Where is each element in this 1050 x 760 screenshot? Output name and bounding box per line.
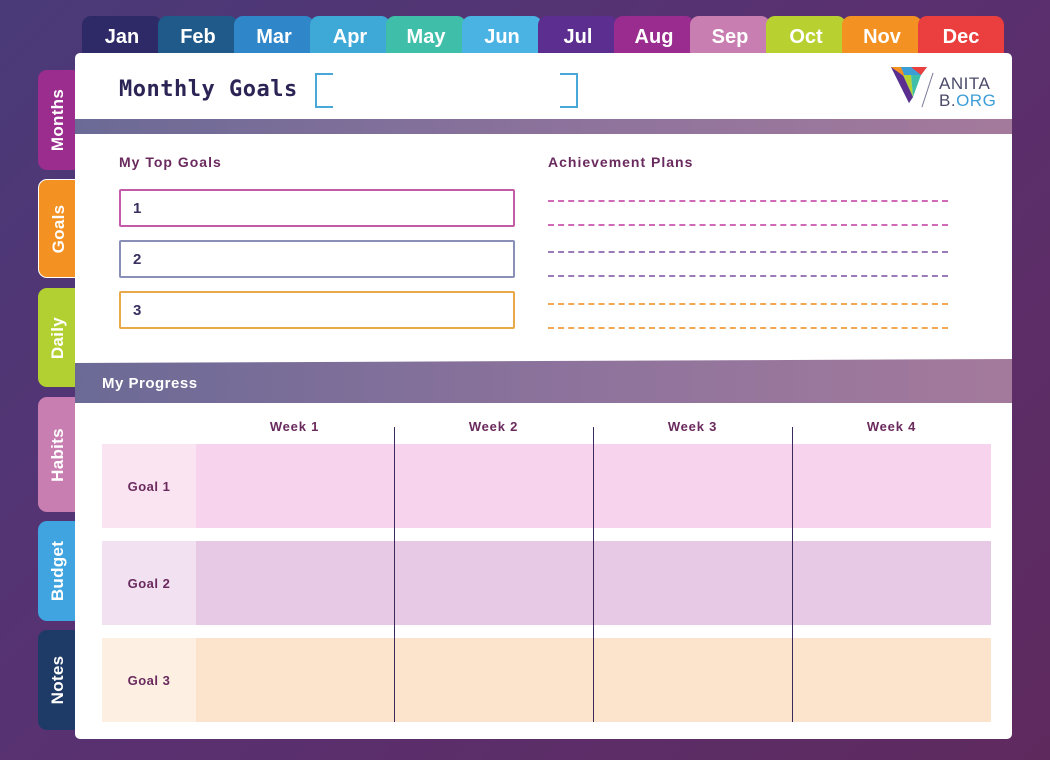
tab-nov[interactable]: Nov	[842, 16, 922, 56]
week-divider	[593, 427, 594, 722]
top-goal-number: 1	[133, 200, 142, 217]
goal-2-label: Goal 2	[102, 541, 196, 625]
tab-apr[interactable]: Apr	[310, 16, 390, 56]
achievement-plans-heading: Achievement Plans	[548, 154, 694, 170]
goal-2-week-2-cell[interactable]	[395, 541, 594, 625]
logo-line-2: B.ORG	[939, 92, 996, 109]
progress-row-goal-1: Goal 1	[102, 444, 991, 528]
side-tab-label: Months	[48, 88, 67, 152]
week-4-header: Week 4	[866, 419, 917, 434]
side-tab-daily[interactable]: Daily	[38, 288, 78, 387]
side-tab-budget[interactable]: Budget	[38, 521, 78, 621]
top-goal-2-field[interactable]: 2	[119, 240, 515, 278]
tab-may[interactable]: May	[386, 16, 466, 56]
week-divider	[792, 427, 793, 722]
logo-prefix: B.	[939, 91, 957, 110]
plan-line-2[interactable]	[548, 224, 948, 226]
tab-aug[interactable]: Aug	[614, 16, 694, 56]
progress-heading: My Progress	[102, 375, 198, 392]
top-goal-number: 2	[133, 251, 142, 268]
goal-2-week-4-cell[interactable]	[793, 541, 991, 625]
page-title: Monthly Goals	[119, 77, 298, 102]
tab-jun[interactable]: Jun	[462, 16, 542, 56]
goal-1-label: Goal 1	[102, 444, 196, 528]
goal-3-label: Goal 3	[102, 638, 196, 722]
tab-jan[interactable]: Jan	[82, 16, 162, 56]
header-band	[75, 119, 1012, 134]
side-tab-label: Budget	[48, 540, 67, 602]
week-divider	[394, 427, 395, 722]
tab-jul[interactable]: Jul	[538, 16, 618, 56]
tab-oct[interactable]: Oct	[766, 16, 846, 56]
top-goal-3-field[interactable]: 3	[119, 291, 515, 329]
logo-line-1: ANITA	[939, 74, 991, 93]
anita-borg-logo: ANITA B.ORG	[891, 66, 1001, 109]
goal-2-week-1-cell[interactable]	[196, 541, 395, 625]
tab-sep[interactable]: Sep	[690, 16, 770, 56]
plan-line-3[interactable]	[548, 251, 948, 253]
side-tab-notes[interactable]: Notes	[38, 630, 78, 730]
side-tab-label: Goals	[48, 204, 68, 253]
plan-line-4[interactable]	[548, 275, 948, 277]
goal-3-week-1-cell[interactable]	[196, 638, 395, 722]
goal-2-week-3-cell[interactable]	[594, 541, 793, 625]
plan-line-1[interactable]	[548, 200, 948, 202]
goal-1-week-3-cell[interactable]	[594, 444, 793, 528]
top-goal-number: 3	[133, 302, 142, 319]
month-name-input[interactable]	[315, 73, 578, 108]
plan-line-5[interactable]	[548, 303, 948, 305]
anita-borg-logo-mark-icon	[891, 67, 927, 103]
tab-feb[interactable]: Feb	[158, 16, 238, 56]
week-1-header: Week 1	[269, 419, 320, 434]
goal-1-week-1-cell[interactable]	[196, 444, 395, 528]
side-tab-label: Daily	[48, 316, 67, 359]
progress-row-goal-3: Goal 3	[102, 638, 991, 722]
side-tab-goals[interactable]: Goals	[38, 179, 78, 278]
side-tab-habits[interactable]: Habits	[38, 397, 78, 512]
goal-1-week-4-cell[interactable]	[793, 444, 991, 528]
plan-line-6[interactable]	[548, 327, 948, 329]
goal-3-week-3-cell[interactable]	[594, 638, 793, 722]
goal-1-week-2-cell[interactable]	[395, 444, 594, 528]
side-tab-label: Habits	[48, 427, 67, 482]
goals-panel: Monthly Goals ANITA B.ORG My Top Goals 1…	[75, 53, 1012, 739]
logo-suffix: ORG	[956, 91, 997, 110]
progress-band: My Progress	[75, 359, 1012, 403]
goal-3-week-4-cell[interactable]	[793, 638, 991, 722]
tab-dec[interactable]: Dec	[918, 16, 1004, 56]
week-2-header: Week 2	[468, 419, 519, 434]
side-tab-months[interactable]: Months	[38, 70, 78, 170]
goal-3-week-2-cell[interactable]	[395, 638, 594, 722]
top-goal-1-field[interactable]: 1	[119, 189, 515, 227]
tab-mar[interactable]: Mar	[234, 16, 314, 56]
side-tab-label: Notes	[48, 655, 67, 705]
progress-row-goal-2: Goal 2	[102, 541, 991, 625]
top-goals-heading: My Top Goals	[119, 154, 222, 170]
week-3-header: Week 3	[667, 419, 718, 434]
